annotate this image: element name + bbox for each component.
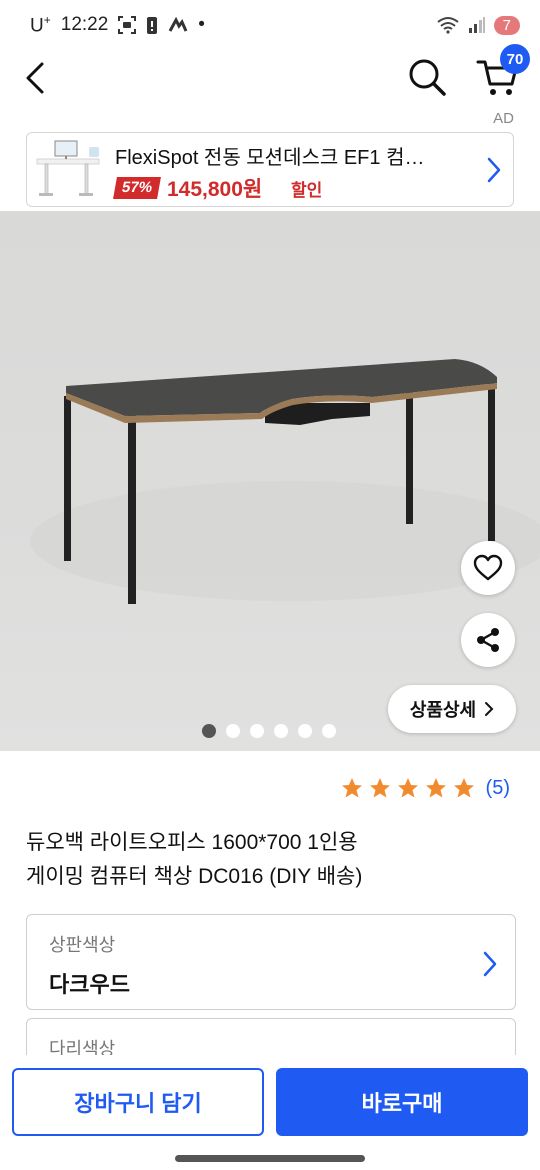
gallery-dot[interactable] [298, 724, 312, 738]
option-top-color[interactable]: 상판색상 다크우드 [26, 914, 516, 1010]
chevron-right-icon [485, 702, 494, 716]
gallery-dot[interactable] [250, 724, 264, 738]
screenshot-icon [118, 15, 137, 34]
battery-indicator: 7 [493, 15, 520, 35]
status-left: U+ 12:22 • [30, 13, 205, 37]
ad-banner[interactable]: FlexiSpot 전동 모션데스크 EF1 컴… 57% 145,800원 할… [26, 132, 514, 207]
carrier-text: U [30, 15, 44, 37]
ad-discount-badge: 57% [113, 177, 161, 199]
star-icon [341, 778, 362, 798]
product-rating[interactable]: (5) [340, 776, 510, 800]
ad-sale-label: 할인 [291, 181, 323, 200]
product-title: 듀오백 라이트오피스 1600*700 1인용 게이밍 컴퓨터 책상 DC016… [26, 826, 516, 894]
back-icon[interactable] [18, 56, 58, 100]
bottom-action-bar: 장바구니 담기 바로구매 [0, 1055, 540, 1170]
star-icon [453, 778, 474, 798]
cart-count-badge[interactable]: 70 [500, 44, 530, 74]
app-notification-icon [168, 16, 188, 32]
buy-now-button[interactable]: 바로구매 [276, 1068, 528, 1136]
signal-icon [468, 17, 485, 33]
chevron-right-icon [487, 157, 501, 183]
status-right: 7 [436, 15, 520, 35]
status-bar: U+ 12:22 • 7 [0, 0, 540, 50]
ad-product-thumbnail [29, 135, 105, 204]
star-icon [425, 778, 446, 798]
home-indicator[interactable] [175, 1155, 365, 1162]
carrier-sup: + [43, 12, 51, 27]
review-count[interactable]: (5) [486, 777, 510, 800]
carrier-label: U+ [30, 13, 51, 37]
product-detail-button[interactable]: 상품상세 [388, 685, 516, 733]
option-value: 다크우드 [49, 972, 130, 997]
ad-price: 145,800원 [167, 178, 263, 201]
gallery-dot[interactable] [322, 724, 336, 738]
option-label: 상판색상 [49, 935, 116, 955]
ad-label: AD [493, 110, 514, 127]
wifi-icon [437, 17, 459, 34]
add-to-cart-button[interactable]: 장바구니 담기 [12, 1068, 264, 1136]
product-image-gallery[interactable] [0, 211, 540, 751]
alert-icon [147, 16, 158, 34]
desk-product-photo [30, 359, 540, 604]
status-time: 12:22 [60, 13, 109, 35]
star-icon [397, 778, 418, 798]
status-dot: • [198, 13, 205, 35]
gallery-pagination [202, 724, 336, 738]
share-icon [477, 628, 499, 652]
product-detail-label: 상품상세 [409, 700, 477, 720]
product-title-line2: 게이밍 컴퓨터 책상 DC016 (DIY 배송) [26, 865, 363, 888]
app-header [0, 50, 540, 106]
gallery-dot[interactable] [226, 724, 240, 738]
star-icon [369, 778, 390, 798]
wishlist-button[interactable] [461, 541, 515, 595]
share-button[interactable] [461, 613, 515, 667]
ad-title: FlexiSpot 전동 모션데스크 EF1 컴… [115, 147, 425, 169]
gallery-dot[interactable] [274, 724, 288, 738]
chevron-right-icon [483, 951, 497, 977]
heart-icon [473, 554, 503, 581]
search-icon[interactable] [404, 54, 450, 100]
product-title-line1: 듀오백 라이트오피스 1600*700 1인용 [26, 831, 358, 854]
gallery-dot[interactable] [202, 724, 216, 738]
